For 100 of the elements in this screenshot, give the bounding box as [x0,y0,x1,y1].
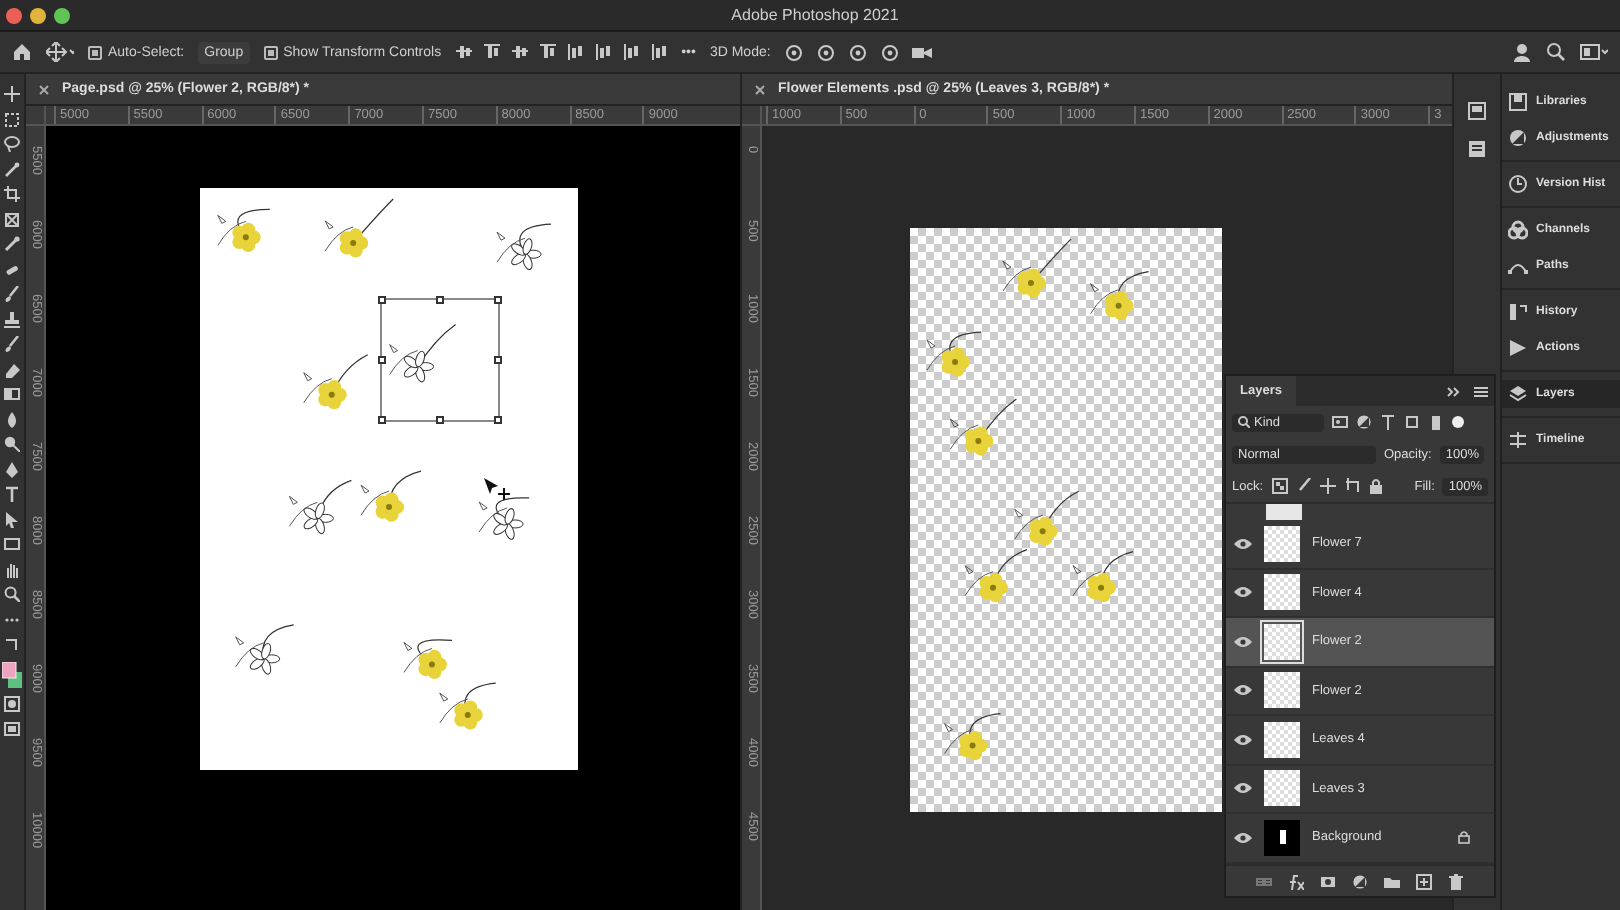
menu-icon[interactable] [1474,385,1488,397]
transform-handle[interactable] [494,296,502,304]
transform-handle[interactable] [436,296,444,304]
padlock-icon[interactable] [1367,478,1384,494]
eye-icon[interactable] [1234,635,1252,648]
color-swatches-icon[interactable] [2,661,22,687]
pan-3d-icon[interactable] [848,43,869,61]
adjustment-filter-icon[interactable] [1356,414,1372,430]
pen-tool-icon[interactable] [4,461,20,477]
eye-icon[interactable] [1234,733,1252,746]
eye-icon[interactable] [1234,537,1252,550]
fx-icon[interactable] [1288,873,1304,889]
distribute-icon[interactable] [651,44,668,60]
screen-mode-icon[interactable] [4,721,20,737]
frame-tool-icon[interactable] [4,211,20,227]
distribute-icon[interactable] [623,44,640,60]
link-icon[interactable] [1256,873,1272,889]
move-icon[interactable] [1319,478,1336,494]
lasso-tool-icon[interactable] [4,136,20,152]
marquee-tool-icon[interactable] [4,111,20,127]
align-icon[interactable] [455,44,472,60]
image-filter-icon[interactable] [1332,414,1348,430]
layer-thumbnail [1264,525,1300,562]
layer-thumbnail [1264,721,1300,758]
auto-select-checkbox[interactable] [88,45,102,59]
close-icon[interactable] [38,83,50,95]
search-icon[interactable] [1546,42,1566,62]
close-icon[interactable] [754,83,766,95]
notes-icon[interactable] [1468,140,1486,158]
close-window-button[interactable] [6,7,22,23]
eyedropper-icon[interactable] [4,236,20,252]
transform-handle[interactable] [378,416,386,424]
share-person-icon[interactable] [1512,42,1532,62]
stamp-tool-icon[interactable] [4,311,20,327]
quick-mask-icon[interactable] [4,696,20,712]
transform-handle[interactable] [378,356,386,364]
type-filter-icon[interactable] [1380,414,1396,430]
align-icon[interactable] [511,44,528,60]
hand-tool-icon[interactable] [4,561,20,577]
roll-3d-icon[interactable] [816,43,837,61]
layers-stack-icon [1508,384,1528,404]
properties-icon[interactable] [1468,102,1486,120]
camera-3d-icon[interactable] [912,43,933,61]
rectangle-tool-icon[interactable] [4,536,20,552]
lock-pixels-icon[interactable] [1271,478,1288,494]
brush-icon[interactable] [1295,478,1312,494]
minimize-window-button[interactable] [30,7,46,23]
path-select-icon[interactable] [4,511,20,527]
eye-icon[interactable] [1234,831,1252,844]
distribute-icon[interactable] [567,44,584,60]
history-icon [1508,302,1528,322]
orbit-3d-icon[interactable] [784,43,805,61]
align-icon[interactable] [483,44,500,60]
new-layer-icon[interactable] [1416,873,1432,889]
transform-controls-checkbox[interactable] [263,45,278,59]
shape-filter-icon[interactable] [1404,414,1420,430]
move-tool-icon[interactable] [4,86,20,102]
type-tool-icon[interactable] [4,486,20,502]
filter-toggle-icon[interactable] [1452,416,1464,428]
zoom-tool-icon[interactable] [4,586,20,602]
folder-icon[interactable] [1384,873,1400,889]
slide-3d-icon[interactable] [880,43,901,61]
transform-handle[interactable] [494,356,502,364]
collapse-icon[interactable] [1446,385,1462,397]
cursor-icon [484,478,512,502]
zoom-window-button[interactable] [54,7,70,23]
workspace-icon[interactable] [1580,42,1608,62]
transform-handle[interactable] [378,296,386,304]
eye-icon[interactable] [1234,586,1252,599]
swap-colors-icon[interactable] [4,636,20,652]
artboard-icon[interactable] [1343,478,1360,494]
trash-icon[interactable] [1448,873,1464,889]
layer-thumbnail [1264,770,1300,807]
distribute-icon[interactable] [595,44,612,60]
search-icon [1238,416,1250,428]
channels-icon [1508,220,1528,240]
magic-wand-icon[interactable] [4,161,20,177]
transform-handle[interactable] [494,416,502,424]
layer-thumbnail [1264,574,1300,611]
move-icon[interactable] [46,42,74,62]
eraser-icon[interactable] [4,361,20,377]
adjustment-layer-icon[interactable] [1352,873,1368,889]
transform-handle[interactable] [436,416,444,424]
crop-tool-icon[interactable] [4,186,20,202]
mask-icon[interactable] [1320,873,1336,889]
layer-thumbnail [1264,672,1300,709]
play-icon [1508,338,1528,358]
blur-drop-icon[interactable] [4,411,20,427]
layer-thumbnail [1266,504,1302,520]
history-brush-icon[interactable] [4,336,20,352]
eye-icon[interactable] [1234,684,1252,697]
gradient-tool-icon[interactable] [4,386,20,402]
dodge-tool-icon[interactable] [4,436,20,452]
timeline-icon [1508,430,1528,450]
align-icon[interactable] [539,44,556,60]
adjustments-icon [1508,128,1528,148]
smart-object-filter-icon[interactable] [1428,414,1444,430]
home-icon[interactable] [12,42,32,62]
eye-icon[interactable] [1234,782,1252,795]
brush-tool-icon[interactable] [4,286,20,302]
